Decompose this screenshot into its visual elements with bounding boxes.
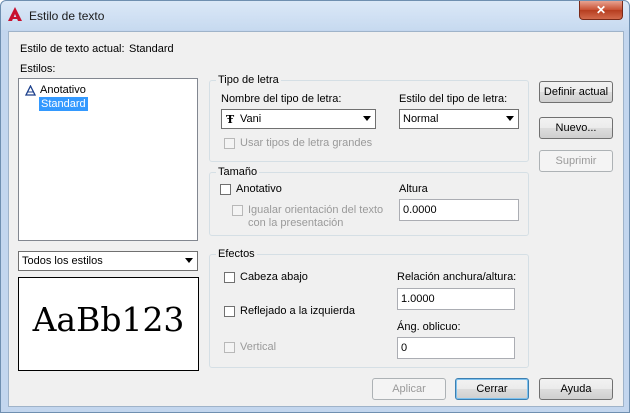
close-icon: ✕ xyxy=(595,3,607,17)
upside-down-label: Cabeza abajo xyxy=(240,271,308,283)
title-bar[interactable]: Estilo de texto ✕ xyxy=(1,1,629,31)
height-input[interactable]: 0.0000 xyxy=(399,199,519,221)
size-annotative-label: Anotativo xyxy=(236,183,282,195)
chevron-down-icon xyxy=(506,116,514,121)
width-factor-input[interactable]: 1.0000 xyxy=(397,288,515,310)
new-style-button[interactable]: Nuevo... xyxy=(539,117,613,139)
annotative-icon xyxy=(25,85,36,96)
font-style-value: Normal xyxy=(403,113,439,125)
effects-group-title: Efectos xyxy=(216,248,257,260)
font-group-title: Tipo de letra xyxy=(216,74,281,86)
style-preview: AaBb123 xyxy=(18,277,199,371)
effects-group: Efectos Cabeza abajo Reflejado a la izqu… xyxy=(209,248,529,368)
close-window-button[interactable]: ✕ xyxy=(579,1,623,20)
current-style-label: Estilo de texto actual: xyxy=(20,43,125,55)
preview-sample-text: AaBb123 xyxy=(32,300,185,339)
style-filter-dropdown[interactable]: Todos los estilos xyxy=(18,251,198,271)
width-factor-label: Relación anchura/altura: xyxy=(397,271,517,283)
help-button[interactable]: Ayuda xyxy=(539,378,613,400)
height-value: 0.0000 xyxy=(403,204,437,216)
oblique-angle-value: 0 xyxy=(401,342,408,354)
style-filter-value: Todos los estilos xyxy=(22,255,103,267)
font-name-value: Vani xyxy=(240,113,262,125)
vertical-label: Vertical xyxy=(240,341,277,353)
delete-style-button[interactable]: Suprimir xyxy=(539,150,613,172)
match-orientation-label-line1: Igualar orientación del texto xyxy=(248,204,384,216)
font-name-dropdown[interactable]: Ŧ Vani xyxy=(221,109,376,129)
backwards-label: Reflejado a la izquierda xyxy=(240,305,355,317)
font-group: Tipo de letra Nombre del tipo de letra: … xyxy=(209,74,529,162)
current-style-value: Standard xyxy=(129,43,174,55)
window-title: Estilo de texto xyxy=(29,9,105,23)
font-style-dropdown[interactable]: Normal xyxy=(399,109,519,129)
upside-down-checkbox[interactable] xyxy=(224,272,235,283)
size-group: Tamaño Anotativo Igualar orientación del… xyxy=(209,166,529,236)
style-item-label: Anotativo xyxy=(40,84,86,96)
oblique-angle-label: Áng. oblicuo: xyxy=(397,321,461,333)
size-group-title: Tamaño xyxy=(216,166,260,178)
backwards-checkbox[interactable] xyxy=(224,306,235,317)
width-factor-value: 1.0000 xyxy=(401,293,435,305)
styles-label: Estilos: xyxy=(20,63,56,75)
chevron-down-icon xyxy=(363,116,371,121)
list-item-selected[interactable]: Standard xyxy=(39,97,88,111)
dialog-body: Estilo de texto actual: Standard Estilos… xyxy=(8,31,624,407)
vertical-checkbox[interactable] xyxy=(224,342,235,353)
font-style-label: Estilo del tipo de letra: xyxy=(399,93,508,105)
chevron-down-icon xyxy=(185,258,193,263)
truetype-font-icon: Ŧ xyxy=(226,113,235,126)
bigfont-checkbox[interactable] xyxy=(224,138,235,149)
close-button[interactable]: Cerrar xyxy=(455,378,529,400)
apply-button[interactable]: Aplicar xyxy=(372,378,446,400)
match-orientation-checkbox[interactable] xyxy=(232,205,243,216)
oblique-angle-input[interactable]: 0 xyxy=(397,337,515,359)
bigfont-label: Usar tipos de letra grandes xyxy=(240,137,373,149)
match-orientation-label-line2: con la presentación xyxy=(248,217,344,229)
height-label: Altura xyxy=(399,183,428,195)
style-item-label: Standard xyxy=(39,97,88,111)
font-name-label: Nombre del tipo de letra: xyxy=(221,93,342,105)
styles-list[interactable]: Anotativo Standard xyxy=(18,78,198,241)
autocad-app-icon xyxy=(8,7,22,21)
set-current-button[interactable]: Definir actual xyxy=(539,81,613,103)
text-style-dialog: Estilo de texto ✕ Estilo de texto actual… xyxy=(0,0,630,413)
size-annotative-checkbox[interactable] xyxy=(220,184,231,195)
